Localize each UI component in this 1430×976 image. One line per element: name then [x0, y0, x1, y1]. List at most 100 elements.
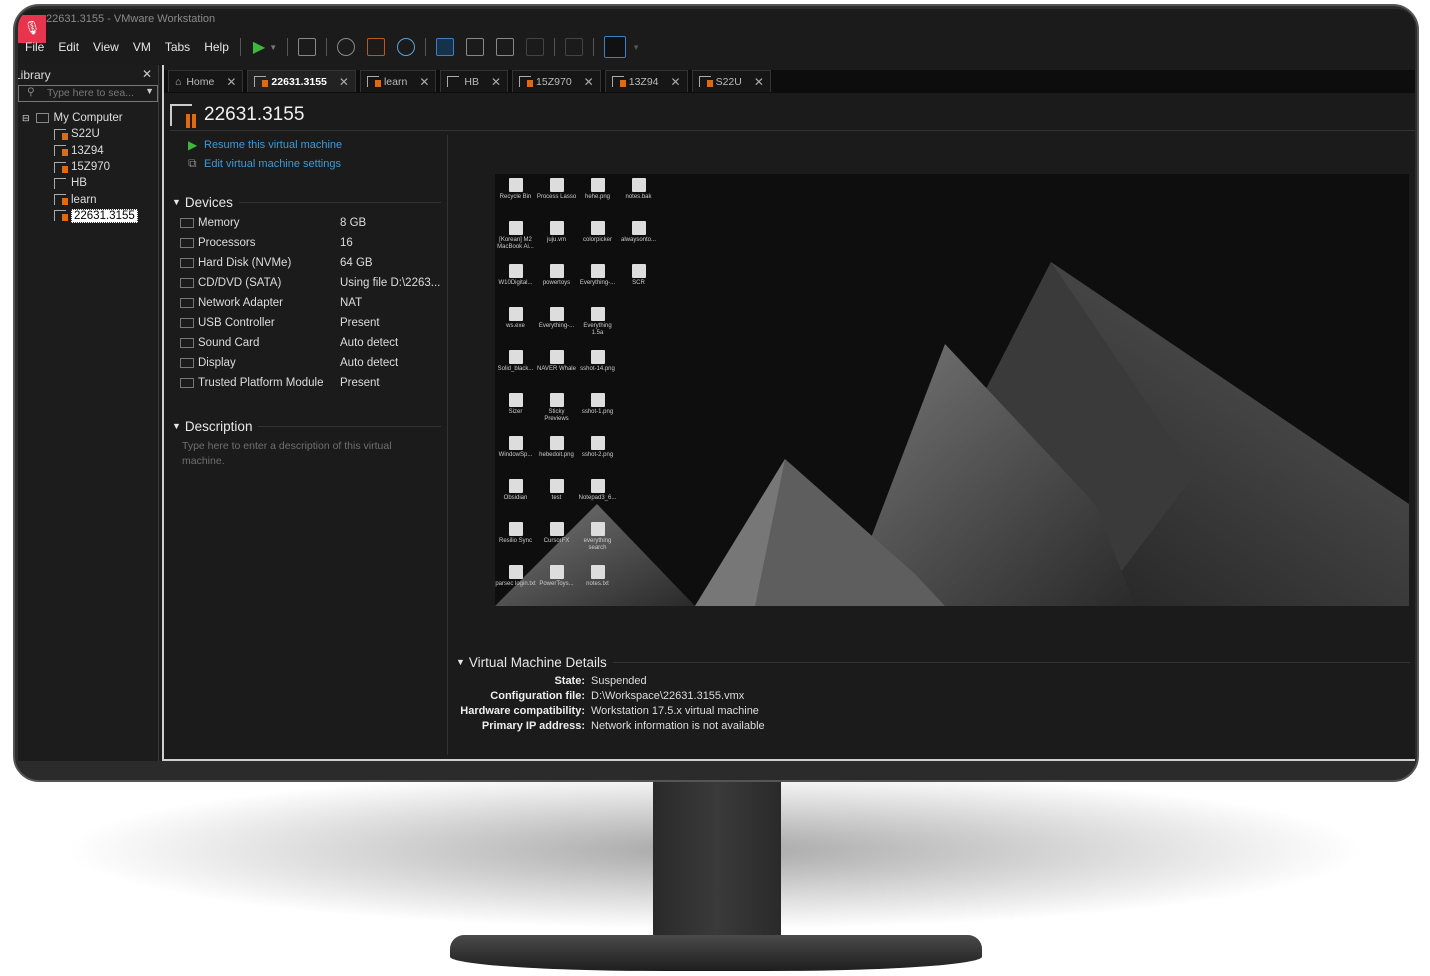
device-row[interactable]: Processors 16: [164, 233, 447, 253]
edit-vm-settings-link[interactable]: ⧉ Edit virtual machine settings: [164, 154, 447, 173]
desktop-icon[interactable]: alwaysonto...: [618, 221, 659, 244]
menu-help[interactable]: Help: [197, 40, 236, 54]
vm-icon: [54, 177, 66, 189]
device-row[interactable]: Sound Card Auto detect: [164, 333, 447, 353]
close-library-icon[interactable]: ✕: [142, 67, 152, 81]
chevron-down-icon[interactable]: ▼: [269, 43, 277, 52]
details-section-header[interactable]: ▼ Virtual Machine Details: [456, 653, 1415, 671]
library-search-input[interactable]: ⚲ Type here to sea... ▼: [18, 85, 158, 102]
description-section-header[interactable]: ▼ Description: [164, 417, 447, 435]
menu-vm[interactable]: VM: [126, 40, 158, 54]
unity-icon[interactable]: [526, 38, 545, 56]
close-tab-icon[interactable]: ✕: [754, 75, 764, 89]
vm-screen-thumbnail[interactable]: Recycle Bin Process Lasso hehe.png notes.ba…: [495, 174, 1409, 606]
desktop-icon[interactable]: powertoys: [536, 264, 577, 287]
desktop-icon[interactable]: sshot-1.png: [577, 393, 618, 416]
desktop-icon[interactable]: test: [536, 479, 577, 502]
desktop-icon[interactable]: WindowSp...: [495, 436, 536, 459]
collapse-icon[interactable]: ⊟: [22, 113, 30, 124]
tree-item-15z970[interactable]: 15Z970: [18, 159, 158, 175]
desktop-icon[interactable]: juju.vm: [536, 221, 577, 244]
snapshot-icon[interactable]: [337, 38, 356, 56]
tab-s22u[interactable]: S22U ✕: [691, 70, 771, 92]
desktop-icon[interactable]: W10Digital...: [495, 264, 536, 287]
desktop-icon[interactable]: hehe.png: [577, 178, 618, 201]
resume-vm-link[interactable]: ▶ Resume this virtual machine: [164, 135, 447, 154]
chevron-down-icon[interactable]: ▼: [145, 86, 154, 96]
divider: [326, 38, 328, 56]
tree-item-learn[interactable]: learn: [18, 191, 158, 207]
tree-item-hb[interactable]: HB: [18, 175, 158, 191]
close-tab-icon[interactable]: ✕: [671, 75, 681, 89]
desktop-icon[interactable]: NAVER Whale: [536, 350, 577, 373]
desktop-icon[interactable]: Resilio Sync: [495, 522, 536, 545]
device-row[interactable]: Trusted Platform Module Present: [164, 373, 447, 393]
desktop-icon[interactable]: sshot-2.png: [577, 436, 618, 459]
desktop-icon[interactable]: Obsidian: [495, 479, 536, 502]
desktop-icon[interactable]: Everything-...: [536, 307, 577, 330]
tab-home[interactable]: ⌂ Home ✕: [168, 70, 244, 92]
desktop-icon[interactable]: colorpicker: [577, 221, 618, 244]
fullscreen-icon[interactable]: [496, 38, 515, 56]
tree-item-my-computer[interactable]: ⊟ My Computer: [18, 110, 158, 126]
desktop-icon[interactable]: notes.txt: [577, 565, 618, 588]
device-row[interactable]: USB Controller Present: [164, 313, 447, 333]
tab-15z970[interactable]: 15Z970 ✕: [512, 70, 601, 92]
device-row[interactable]: Hard Disk (NVMe) 64 GB: [164, 253, 447, 273]
device-row[interactable]: Display Auto detect: [164, 353, 447, 373]
desktop-icon-label: powertoys: [542, 280, 571, 286]
desktop-icon[interactable]: Solid_black...: [495, 350, 536, 373]
revert-snapshot-icon[interactable]: [367, 38, 386, 56]
close-tab-icon[interactable]: ✕: [491, 75, 501, 89]
chevron-down-icon[interactable]: ▼: [632, 43, 640, 52]
device-row[interactable]: Network Adapter NAT: [164, 293, 447, 313]
tree-item-s22u[interactable]: S22U: [18, 126, 158, 142]
desktop-icon[interactable]: sshot-14.png: [577, 350, 618, 373]
desktop-icon[interactable]: Notepad3_6...: [577, 479, 618, 502]
desktop-icon[interactable]: parsec login.txt: [495, 565, 536, 588]
desktop-icon[interactable]: PowerToys...: [536, 565, 577, 588]
thumbnail-bar-icon[interactable]: [466, 38, 485, 56]
desktop-icon[interactable]: ws.exe: [495, 307, 536, 330]
desktop-icon[interactable]: hebedoit.png: [536, 436, 577, 459]
tree-item-13z94[interactable]: 13Z94: [18, 143, 158, 159]
desktop-icon[interactable]: Sizer: [495, 393, 536, 416]
desktop-icon[interactable]: [Korean] M2 MacBook Ai...: [495, 221, 536, 251]
show-library-icon[interactable]: [436, 38, 455, 56]
menu-edit[interactable]: Edit: [51, 40, 86, 54]
tree-label: learn: [71, 193, 97, 206]
tab-hb[interactable]: HB ✕: [440, 70, 509, 92]
menu-tabs[interactable]: Tabs: [158, 40, 197, 54]
desktop-icon[interactable]: SCR: [618, 264, 659, 287]
desktop-icon[interactable]: notes.bak: [618, 178, 659, 201]
desktop-icon[interactable]: CursorFX: [536, 522, 577, 545]
console-icon[interactable]: [565, 38, 584, 56]
device-row[interactable]: CD/DVD (SATA) Using file D:\2263...: [164, 273, 447, 293]
device-icon: [180, 218, 194, 228]
device-row[interactable]: Memory 8 GB: [164, 213, 447, 233]
menu-view[interactable]: View: [86, 40, 126, 54]
desktop-icon[interactable]: Everything 1.5a: [577, 307, 618, 337]
tab-learn[interactable]: learn ✕: [359, 70, 437, 92]
close-tab-icon[interactable]: ✕: [226, 75, 236, 89]
tab-13z94[interactable]: 13Z94 ✕: [604, 70, 688, 92]
description-input[interactable]: Type here to enter a description of this…: [164, 435, 447, 473]
desktop-icon[interactable]: Everything-...: [577, 264, 618, 287]
desktop-icon[interactable]: Recycle Bin: [495, 178, 536, 201]
desktop-icon[interactable]: Sticky Previews: [536, 393, 577, 423]
play-icon[interactable]: ▶: [253, 37, 265, 57]
stretch-guest-icon[interactable]: [604, 36, 627, 58]
close-tab-icon[interactable]: ✕: [339, 75, 349, 89]
vm-icon: [519, 76, 534, 87]
close-tab-icon[interactable]: ✕: [419, 75, 429, 89]
snapshot-manager-icon[interactable]: [397, 38, 416, 56]
menu-file[interactable]: File: [18, 40, 51, 54]
send-ctrl-alt-del-icon[interactable]: [298, 38, 317, 56]
file-icon: [549, 350, 564, 364]
tree-item-22631-3155[interactable]: 22631.3155: [18, 208, 158, 224]
close-tab-icon[interactable]: ✕: [584, 75, 594, 89]
desktop-icon[interactable]: everything search: [577, 522, 618, 552]
devices-section-header[interactable]: ▼ Devices: [164, 193, 447, 211]
desktop-icon[interactable]: Process Lasso: [536, 178, 577, 201]
tab-22631-3155[interactable]: 22631.3155 ✕: [247, 70, 356, 92]
